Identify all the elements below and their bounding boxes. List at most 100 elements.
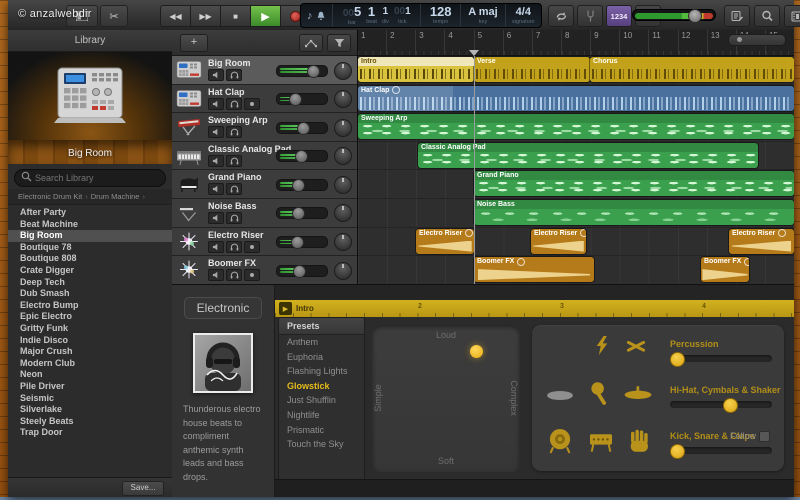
track-row-boomer-fx[interactable]: Boomer FX bbox=[172, 256, 357, 285]
kick-snare-slider[interactable] bbox=[670, 444, 772, 459]
track-row-noise-bass[interactable]: Noise Bass bbox=[172, 198, 357, 228]
list-item[interactable]: Electro Bump bbox=[8, 300, 172, 312]
mute-button[interactable] bbox=[208, 211, 224, 224]
playhead-line[interactable] bbox=[474, 56, 475, 284]
clap-hand-icon[interactable] bbox=[628, 428, 650, 452]
region-chorus[interactable]: Chorus bbox=[590, 57, 794, 82]
follow-checkbox[interactable] bbox=[759, 431, 770, 442]
xy-puck[interactable] bbox=[470, 345, 483, 358]
loop-browser-button[interactable] bbox=[754, 5, 780, 27]
track-row-big-room[interactable]: Big Room bbox=[172, 56, 357, 85]
track-row-classic-analog-pad[interactable]: Classic Analog Pad bbox=[172, 141, 357, 171]
lightning-icon[interactable] bbox=[594, 336, 609, 355]
forward-button[interactable]: ▶▶ bbox=[191, 5, 221, 27]
editors-button[interactable]: ✂ bbox=[100, 5, 128, 27]
mute-button[interactable] bbox=[208, 240, 224, 253]
input-monitor-button[interactable] bbox=[244, 240, 260, 253]
solo-button[interactable] bbox=[226, 154, 242, 167]
solo-button[interactable] bbox=[226, 69, 242, 81]
track-volume-slider[interactable] bbox=[276, 264, 328, 278]
kick-drum-icon[interactable] bbox=[548, 428, 572, 454]
mute-button[interactable] bbox=[208, 97, 224, 110]
rewind-button[interactable]: ◀◀ bbox=[160, 5, 191, 27]
stop-button[interactable]: ■ bbox=[221, 5, 251, 27]
region-electro-riser[interactable]: Electro Riser bbox=[416, 228, 474, 254]
track-row-electro-riser[interactable]: Electro Riser bbox=[172, 227, 357, 257]
save-button[interactable]: Save... bbox=[122, 481, 164, 496]
list-item[interactable]: Boutique 808 bbox=[8, 253, 172, 265]
percussion-slider[interactable] bbox=[670, 352, 772, 367]
region-electro-riser[interactable]: Electro Riser bbox=[531, 228, 586, 254]
pan-knob[interactable] bbox=[334, 147, 352, 166]
list-item[interactable]: Deep Tech bbox=[8, 277, 172, 289]
drumsticks-icon[interactable] bbox=[624, 338, 648, 355]
master-volume-slider[interactable] bbox=[632, 9, 716, 23]
track-volume-slider[interactable] bbox=[276, 150, 328, 164]
cycle-button[interactable] bbox=[548, 5, 574, 27]
track-volume-slider[interactable] bbox=[276, 236, 328, 250]
list-item[interactable]: Dub Smash bbox=[8, 288, 172, 300]
cymbal-flat-icon[interactable] bbox=[546, 390, 574, 401]
preset-item[interactable]: Anthem bbox=[279, 335, 364, 350]
list-item[interactable]: Boutique 78 bbox=[8, 242, 172, 254]
track-row-hat-clap[interactable]: Hat Clap bbox=[172, 84, 357, 114]
tuner-button[interactable] bbox=[577, 5, 603, 27]
track-volume-slider[interactable] bbox=[276, 207, 328, 221]
input-monitor-button[interactable] bbox=[244, 269, 260, 282]
add-track-button[interactable]: + bbox=[180, 34, 208, 52]
list-item[interactable]: After Party bbox=[8, 207, 172, 219]
automation-button[interactable] bbox=[299, 34, 323, 52]
list-item[interactable]: Beat Machine bbox=[8, 219, 172, 231]
media-browser-button[interactable] bbox=[784, 5, 800, 27]
pan-knob[interactable] bbox=[334, 233, 352, 252]
preset-item[interactable]: Touch the Sky bbox=[279, 437, 364, 452]
list-item[interactable]: Modern Club bbox=[8, 358, 172, 370]
preset-item[interactable]: Nightlife bbox=[279, 408, 364, 423]
list-item[interactable]: Trap Door bbox=[8, 427, 172, 439]
breadcrumb[interactable]: Electronic Drum Kit › Drum Machine › bbox=[8, 189, 172, 205]
search-input[interactable] bbox=[14, 169, 166, 187]
region-hat-clap[interactable]: Hat Clap bbox=[358, 85, 794, 111]
slider-knob[interactable] bbox=[670, 352, 685, 367]
solo-button[interactable] bbox=[226, 97, 242, 110]
preset-item[interactable]: Prismatic bbox=[279, 423, 364, 438]
solo-button[interactable] bbox=[226, 211, 242, 224]
pan-knob[interactable] bbox=[334, 261, 352, 280]
preset-item-selected[interactable]: Glowstick bbox=[279, 379, 364, 394]
track-row-sweeping-arp[interactable]: Sweeping Arp bbox=[172, 113, 357, 142]
playhead-marker[interactable] bbox=[469, 50, 479, 56]
input-monitor-button[interactable] bbox=[244, 97, 260, 110]
solo-button[interactable] bbox=[226, 183, 242, 196]
track-row-grand-piano[interactable]: Grand Piano bbox=[172, 170, 357, 199]
region-boomer-fx[interactable]: Boomer FX bbox=[474, 257, 594, 283]
preset-item[interactable]: Just Shufflin bbox=[279, 393, 364, 408]
pan-knob[interactable] bbox=[334, 204, 352, 223]
list-item[interactable]: Neon bbox=[8, 369, 172, 381]
category-label[interactable]: Electronic bbox=[183, 297, 263, 319]
notepad-button[interactable] bbox=[724, 5, 750, 27]
pan-knob[interactable] bbox=[334, 61, 352, 80]
list-item[interactable]: Major Crush bbox=[8, 346, 172, 358]
mute-button[interactable] bbox=[208, 126, 224, 139]
snare-drum-icon[interactable] bbox=[588, 431, 614, 453]
mute-button[interactable] bbox=[208, 183, 224, 196]
preset-item[interactable]: Flashing Lights bbox=[279, 364, 364, 379]
hihat-slider[interactable] bbox=[670, 398, 772, 413]
list-item[interactable]: Crate Digger bbox=[8, 265, 172, 277]
pan-knob[interactable] bbox=[334, 118, 352, 137]
xy-pad[interactable]: Loud Soft Simple Complex bbox=[372, 325, 520, 471]
list-item[interactable]: Seismic bbox=[8, 393, 172, 405]
list-item[interactable]: Steely Beats bbox=[8, 416, 172, 428]
track-volume-slider[interactable] bbox=[276, 178, 328, 192]
region-intro[interactable]: Intro bbox=[358, 57, 474, 82]
maraca-icon[interactable] bbox=[590, 382, 609, 407]
lcd-display[interactable]: ♪ 00 5 bar 1 beat 1 div 00 1 tick 128 te… bbox=[300, 3, 542, 28]
region-classic-analog-pad[interactable]: Classic Analog Pad bbox=[418, 142, 758, 168]
editor-region-strip[interactable]: ▶ Intro 2 3 4 bbox=[275, 300, 794, 318]
mute-button[interactable] bbox=[208, 154, 224, 167]
list-item[interactable]: Indie Disco bbox=[8, 335, 172, 347]
pan-knob[interactable] bbox=[334, 175, 352, 194]
list-item[interactable]: Gritty Funk bbox=[8, 323, 172, 335]
pan-knob[interactable] bbox=[334, 90, 352, 109]
slider-knob[interactable] bbox=[723, 398, 739, 413]
